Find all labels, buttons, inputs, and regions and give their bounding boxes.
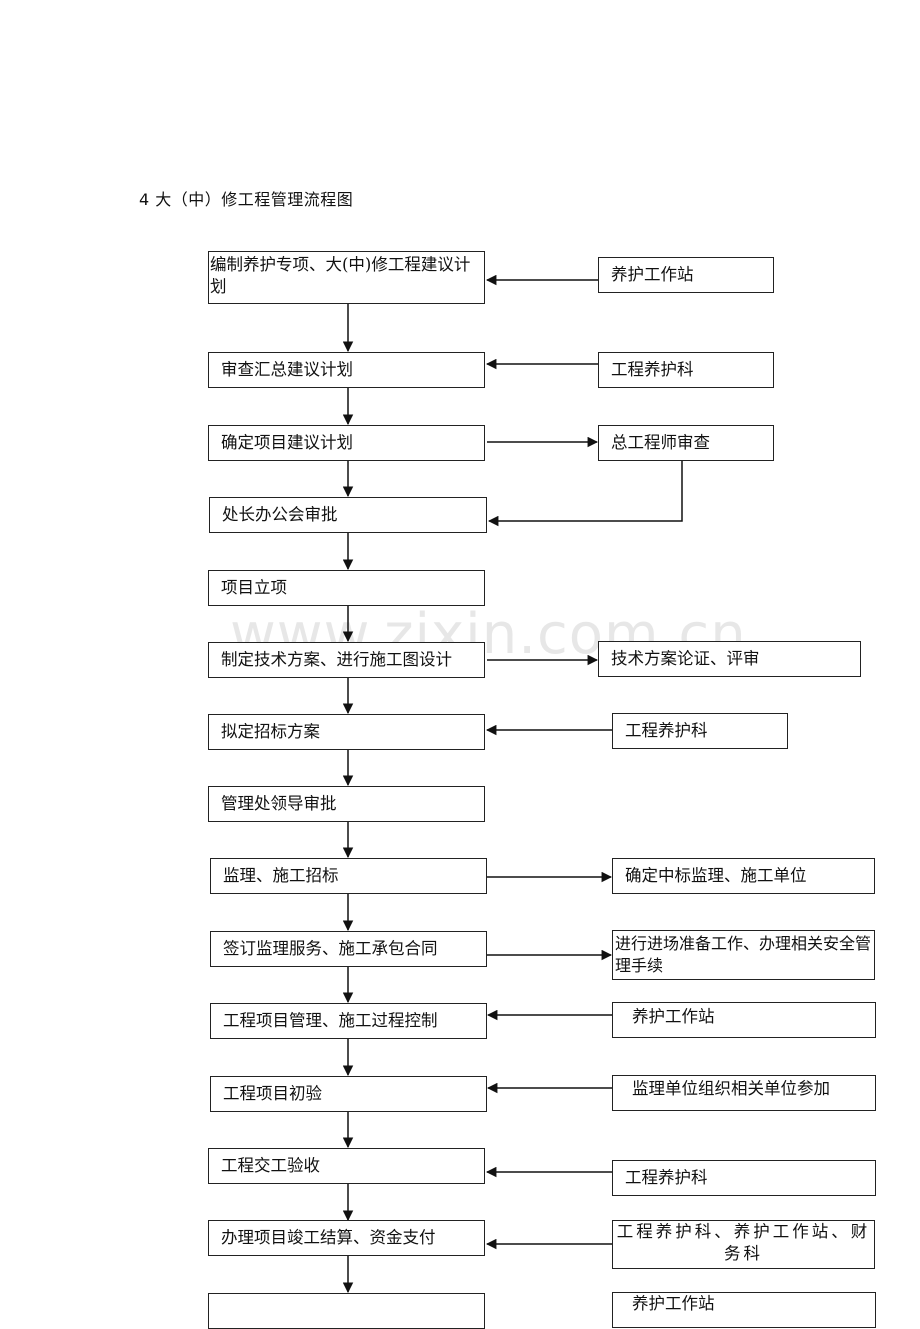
side-box-label: 工程养护科	[625, 1168, 708, 1187]
main-step-label: 办理项目竣工结算、资金支付	[221, 1228, 436, 1247]
main-step-label: 工程交工验收	[221, 1156, 320, 1175]
main-step-box: 编制养护专项、大(中)修工程建议计划	[208, 251, 485, 304]
main-step-box: 办理项目竣工结算、资金支付	[208, 1220, 485, 1256]
main-step-box: 制定技术方案、进行施工图设计	[208, 642, 485, 678]
side-box-label: 确定中标监理、施工单位	[625, 866, 807, 885]
main-step-label: 工程项目管理、施工过程控制	[223, 1011, 438, 1030]
main-step-label: 确定项目建议计划	[221, 433, 353, 452]
main-step-box: 拟定招标方案	[208, 714, 485, 750]
return-arrow	[487, 460, 683, 527]
side-box-label: 总工程师审查	[611, 433, 710, 452]
side-box-label: 进行进场准备工作、办理相关安全管理手续	[615, 934, 872, 975]
side-box: 工程养护科	[612, 1160, 876, 1196]
side-box: 工程养护科	[598, 352, 774, 388]
side-box: 确定中标监理、施工单位	[612, 858, 875, 894]
side-box-label: 养护工作站	[632, 1294, 715, 1313]
main-step-box: 签订监理服务、施工承包合同	[210, 931, 487, 967]
side-box-label: 工程养护科	[611, 360, 694, 379]
main-step-box: 处长办公会审批	[209, 497, 487, 533]
main-step-box	[208, 1293, 485, 1329]
main-step-box: 工程交工验收	[208, 1148, 485, 1184]
side-box: 养护工作站	[598, 257, 774, 293]
main-step-label: 编制养护专项、大(中)修工程建议计划	[210, 255, 471, 296]
side-box: 工程养护科	[612, 713, 788, 749]
main-step-label: 签订监理服务、施工承包合同	[223, 939, 438, 958]
side-box: 技术方案论证、评审	[598, 641, 861, 677]
main-step-box: 管理处领导审批	[208, 786, 485, 822]
side-box-label: 监理单位组织相关单位参加	[632, 1079, 830, 1098]
side-box-label: 工程养护科、养护工作站、财务科	[616, 1222, 871, 1263]
side-box: 养护工作站	[612, 1002, 876, 1038]
main-step-label: 审查汇总建议计划	[221, 360, 353, 379]
main-step-box: 工程项目管理、施工过程控制	[210, 1003, 487, 1039]
main-step-box: 工程项目初验	[210, 1076, 487, 1112]
main-step-box: 确定项目建议计划	[208, 425, 485, 461]
main-step-label: 拟定招标方案	[221, 722, 320, 741]
side-box: 监理单位组织相关单位参加	[612, 1075, 876, 1111]
side-box-label: 技术方案论证、评审	[611, 649, 760, 668]
main-step-box: 项目立项	[208, 570, 485, 606]
side-box: 养护工作站	[612, 1292, 876, 1328]
side-box: 工程养护科、养护工作站、财务科	[612, 1220, 875, 1269]
side-box: 进行进场准备工作、办理相关安全管理手续	[612, 930, 875, 980]
main-step-box: 审查汇总建议计划	[208, 352, 485, 388]
side-box-label: 养护工作站	[632, 1007, 715, 1026]
side-box-label: 养护工作站	[611, 265, 694, 284]
main-step-label: 监理、施工招标	[223, 866, 339, 885]
main-step-label: 项目立项	[221, 578, 287, 597]
main-step-label: 处长办公会审批	[222, 505, 338, 524]
main-step-label: 管理处领导审批	[221, 794, 337, 813]
main-step-label: 工程项目初验	[223, 1084, 322, 1103]
side-box-label: 工程养护科	[625, 721, 708, 740]
side-box: 总工程师审查	[598, 425, 774, 461]
main-step-label: 制定技术方案、进行施工图设计	[221, 650, 452, 669]
main-step-box: 监理、施工招标	[210, 858, 487, 894]
